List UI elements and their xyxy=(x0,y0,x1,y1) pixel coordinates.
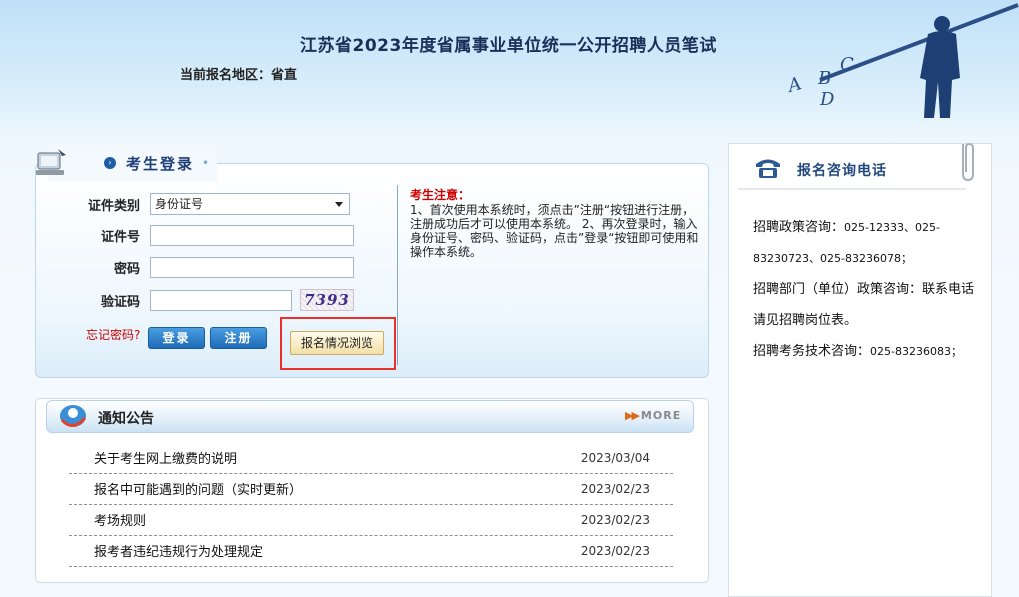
notice-title: 考生注意： xyxy=(410,188,471,202)
id-number-label: 证件号 xyxy=(100,230,140,245)
announcements-heading: 通知公告 xyxy=(98,411,154,427)
policy-hotline: 招聘政策咨询：025-12333、025-83230723、025-832360… xyxy=(753,212,978,274)
tech-label: 招聘考务技术咨询： xyxy=(753,344,871,359)
news-title[interactable]: 考场规则 xyxy=(94,510,146,529)
notice-text: 1、首次使用本系统时，须点击”注册“按钮进行注册，注册成功后才可以使用本系统。 … xyxy=(410,203,699,259)
computer-icon xyxy=(36,149,66,175)
password-row: 密码 xyxy=(82,257,354,278)
captcha-row: 验证码 7393 xyxy=(82,289,354,311)
more-link[interactable]: ▶▶ MORE xyxy=(625,409,681,422)
list-item[interactable]: 报考者违纪违规行为处理规定 2023/02/23 xyxy=(69,536,673,567)
list-item[interactable]: 关于考生网上缴费的说明 2023/03/04 xyxy=(69,443,673,474)
id-number-row: 证件号 xyxy=(82,225,354,246)
captcha-image[interactable]: 7393 xyxy=(300,289,354,311)
dropdown-arrow-icon xyxy=(335,202,343,207)
news-title[interactable]: 报名中可能遇到的问题（实时更新） xyxy=(94,479,302,498)
double-arrow-icon: ▶▶ xyxy=(625,409,640,422)
telephone-icon xyxy=(756,159,780,178)
login-heading-label: 考生登录 xyxy=(126,154,195,173)
browse-registration-button[interactable]: 报名情况浏览 xyxy=(290,331,384,355)
page-header: 江苏省2023年度省属事业单位统一公开招聘人员笔试 当前报名地区：省直 A B … xyxy=(0,0,1019,140)
svg-text:B: B xyxy=(817,68,831,89)
header-figure-illustration: A B C D xyxy=(784,3,1019,118)
list-item[interactable]: 报名中可能遇到的问题（实时更新） 2023/02/23 xyxy=(69,474,673,505)
current-region: 当前报名地区：省直 xyxy=(180,68,298,83)
password-input[interactable] xyxy=(150,257,354,278)
forgot-password-link[interactable]: 忘记密码? xyxy=(86,326,140,343)
contact-heading: 报名咨询电话 xyxy=(797,163,887,179)
news-title[interactable]: 报考者违纪违规行为处理规定 xyxy=(94,541,263,560)
more-label: MORE xyxy=(640,409,682,422)
list-item[interactable]: 考场规则 2023/02/23 xyxy=(69,505,673,536)
captcha-label: 验证码 xyxy=(100,294,140,310)
id-type-select[interactable]: 身份证号 xyxy=(150,193,350,215)
news-date: 2023/02/23 xyxy=(580,513,650,527)
news-date: 2023/03/04 xyxy=(580,451,650,465)
news-title[interactable]: 关于考生网上缴费的说明 xyxy=(94,448,237,467)
announcement-icon xyxy=(60,405,87,427)
id-type-select-value: 身份证号 xyxy=(155,197,204,211)
svg-text:A: A xyxy=(784,73,804,97)
policy-label: 招聘政策咨询： xyxy=(753,220,845,235)
news-date: 2023/02/23 xyxy=(580,482,650,496)
id-type-row: 证件类别 身份证号 xyxy=(82,193,350,215)
tech-hotline: 招聘考务技术咨询：025-83236083； xyxy=(753,336,978,367)
id-type-label: 证件类别 xyxy=(87,198,140,214)
svg-text:D: D xyxy=(819,89,835,110)
decorative-dots: • xyxy=(202,156,210,170)
highlight-box: 报名情况浏览 xyxy=(280,317,396,370)
login-button[interactable]: 登录 xyxy=(148,327,205,349)
vertical-divider xyxy=(397,185,398,365)
news-date: 2023/02/23 xyxy=(580,544,650,558)
captcha-input[interactable] xyxy=(150,289,292,311)
tech-number: 025-83236083； xyxy=(870,345,962,358)
paperclip-icon xyxy=(962,142,974,182)
password-label: 密码 xyxy=(113,262,140,277)
id-number-input[interactable] xyxy=(150,225,354,246)
svg-text:C: C xyxy=(840,54,854,75)
register-button[interactable]: 注册 xyxy=(210,327,267,349)
login-heading: › 考生登录 • xyxy=(36,145,218,181)
dept-hotline: 招聘部门（单位）政策咨询：联系电话请见招聘岗位表。 xyxy=(753,282,975,328)
chevron-right-icon: › xyxy=(104,157,116,169)
site-title: 江苏省2023年度省属事业单位统一公开招聘人员笔试 xyxy=(300,36,717,56)
